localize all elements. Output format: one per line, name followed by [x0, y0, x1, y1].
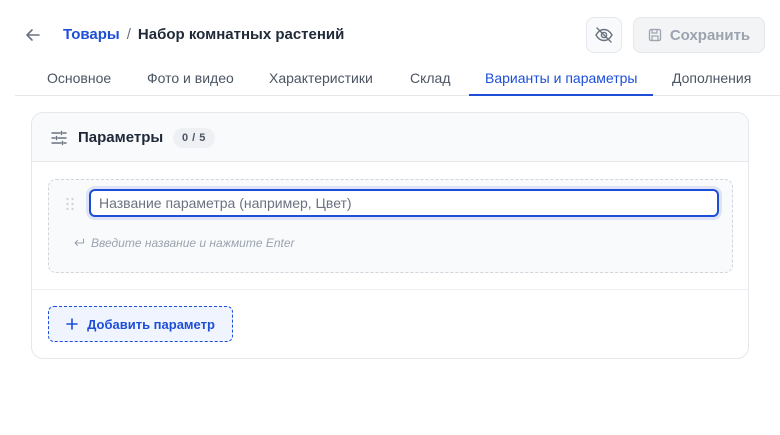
breadcrumb-separator: /: [126, 26, 131, 43]
sliders-icon: [51, 130, 67, 146]
add-parameter-button[interactable]: Добавить параметр: [48, 306, 233, 342]
enter-key-icon: [74, 238, 85, 247]
tab-basic[interactable]: Основное: [31, 62, 127, 96]
parameters-count-badge: 0 / 5: [173, 128, 215, 148]
tab-bar: Основное Фото и видео Характеристики Скл…: [15, 62, 780, 96]
parameters-card-header: Параметры 0 / 5: [32, 113, 748, 162]
toggle-visibility-button[interactable]: [586, 17, 622, 53]
parameters-card: Параметры 0 / 5 Введите название и нажми…: [31, 112, 749, 359]
input-hint-text: Введите название и нажмите Enter: [91, 236, 295, 250]
input-hint: Введите название и нажмите Enter: [73, 236, 295, 250]
tab-characteristics[interactable]: Характеристики: [253, 62, 389, 96]
plus-icon: [66, 318, 78, 330]
tab-warehouse[interactable]: Склад: [394, 62, 467, 96]
tab-photo-video[interactable]: Фото и видео: [131, 62, 250, 96]
back-button[interactable]: [22, 24, 44, 46]
arrow-left-icon: [26, 29, 40, 41]
drag-handle-icon[interactable]: [63, 196, 77, 212]
parameter-name-input[interactable]: [89, 189, 719, 217]
parameter-row: Введите название и нажмите Enter: [48, 179, 733, 273]
page-title: Набор комнатных растений: [137, 26, 345, 43]
parameters-title: Параметры: [78, 129, 164, 146]
eye-off-icon: [595, 27, 613, 43]
add-parameter-label: Добавить параметр: [87, 316, 215, 332]
page-header: Товары / Набор комнатных растений Сохран…: [0, 0, 780, 70]
save-button[interactable]: Сохранить: [633, 17, 765, 53]
save-icon: [648, 28, 661, 42]
save-button-label: Сохранить: [669, 26, 751, 44]
tab-variants-parameters[interactable]: Варианты и параметры: [469, 62, 654, 96]
breadcrumb: Товары / Набор комнатных растений: [63, 26, 344, 43]
breadcrumb-parent-link[interactable]: Товары: [63, 26, 120, 43]
tab-add-ons[interactable]: Дополнения: [656, 62, 767, 96]
card-divider: [32, 289, 748, 290]
